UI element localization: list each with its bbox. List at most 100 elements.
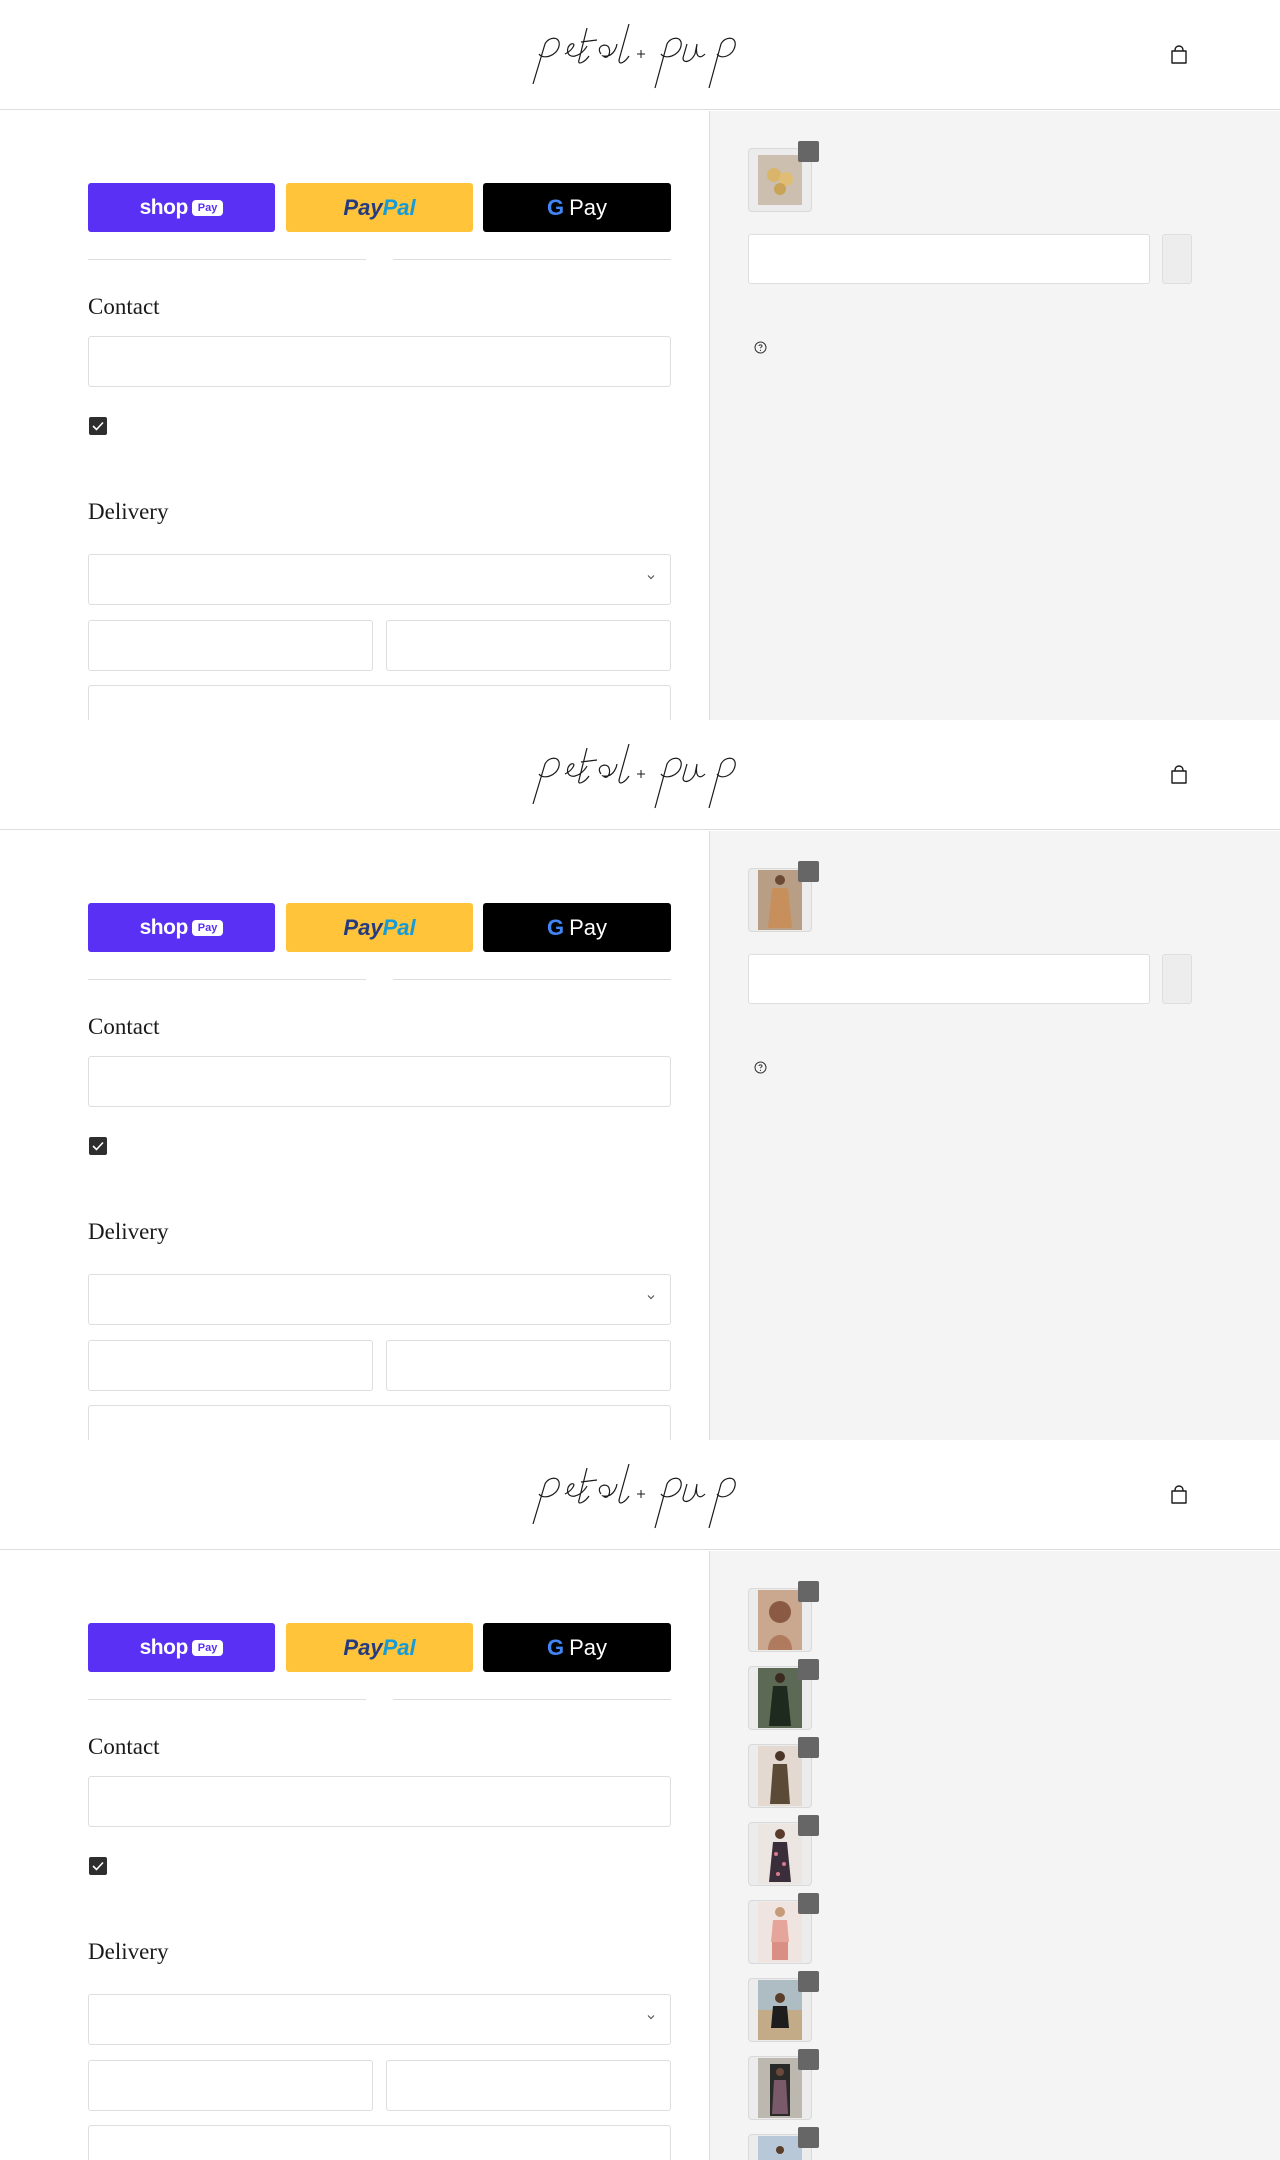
first-name-field[interactable] [88, 620, 373, 671]
paypal-wordmark-pay: Pay [343, 914, 383, 940]
shop-pay-badge: Pay [191, 1639, 224, 1656]
quantity-badge [798, 1971, 819, 1992]
paypal-wordmark-pay: Pay [343, 194, 383, 220]
shop-pay-badge: Pay [191, 199, 224, 216]
paypal-button[interactable]: Pay Pal [286, 903, 473, 952]
paypal-wordmark-pal: Pal [382, 194, 416, 220]
order-summary [709, 1551, 1280, 2160]
discount-code-input[interactable] [749, 235, 1149, 283]
question-circle-icon[interactable] [754, 1061, 767, 1074]
petal-pup-logo[interactable] [525, 734, 755, 816]
checkmark-icon [92, 1141, 104, 1151]
quantity-badge [798, 2127, 819, 2148]
floral-dress-image [758, 1824, 802, 1884]
country-select[interactable] [88, 554, 671, 605]
cart-icon[interactable] [1168, 43, 1190, 67]
paypal-button[interactable]: Pay Pal [286, 183, 473, 232]
first-name-input[interactable] [89, 2061, 372, 2110]
outdoor-outfit-image [758, 2136, 802, 2160]
google-pay-label: Pay [569, 914, 608, 940]
address-input[interactable] [89, 2126, 670, 2160]
last-name-input[interactable] [387, 1341, 670, 1390]
address-field[interactable] [88, 2125, 671, 2160]
petal-pup-logo[interactable] [525, 1454, 755, 1536]
contact-email-input[interactable] [89, 1777, 670, 1826]
chevron-down-icon [647, 575, 655, 580]
last-name-input[interactable] [387, 621, 670, 670]
checkout-main: shop Pay Pay Pal G Pay Contact Delivery [0, 111, 709, 720]
checkout-main: shop Pay Pay Pal G Pay Contact Delivery [0, 1551, 709, 2160]
google-g-icon: G [547, 915, 564, 941]
portrait-image [758, 1590, 802, 1650]
google-g-letter: G [546, 914, 565, 940]
delivery-heading: Delivery [88, 499, 169, 524]
marketing-checkbox[interactable] [89, 417, 107, 435]
first-name-field[interactable] [88, 1340, 373, 1391]
last-name-input[interactable] [387, 2061, 670, 2110]
shop-pay-button[interactable]: shop Pay [88, 183, 275, 232]
contact-email-field[interactable] [88, 336, 671, 387]
google-pay-button[interactable]: G Pay [483, 1623, 671, 1672]
site-header [0, 720, 1280, 830]
google-g-letter: G [546, 194, 565, 220]
shop-pay-wordmark: shop [139, 915, 189, 939]
quantity-badge [798, 2049, 819, 2070]
last-name-field[interactable] [386, 1340, 671, 1391]
address-field[interactable] [88, 685, 671, 720]
apply-discount-button[interactable] [1162, 954, 1192, 1004]
country-select[interactable] [88, 1274, 671, 1325]
flower-earrings-image [758, 155, 802, 205]
discount-code-field[interactable] [748, 954, 1150, 1004]
contact-heading: Contact [88, 1014, 160, 1039]
paypal-wordmark-pal: Pal [382, 1634, 416, 1660]
question-circle-icon[interactable] [754, 341, 767, 354]
contact-email-field[interactable] [88, 1056, 671, 1107]
divider-left [88, 979, 366, 980]
marketing-checkbox[interactable] [89, 1137, 107, 1155]
checkmark-icon [92, 1861, 104, 1871]
paypal-button[interactable]: Pay Pal [286, 1623, 473, 1672]
cart-icon[interactable] [1168, 763, 1190, 787]
delivery-heading: Delivery [88, 1219, 169, 1244]
first-name-input[interactable] [89, 1341, 372, 1390]
black-dress-image [758, 1668, 802, 1728]
google-pay-button[interactable]: G Pay [483, 903, 671, 952]
checkmark-icon [92, 421, 104, 431]
address-field[interactable] [88, 1405, 671, 1440]
quantity-badge [798, 1659, 819, 1680]
contact-email-input[interactable] [89, 1057, 670, 1106]
google-pay-label: Pay [569, 1634, 608, 1660]
first-name-field[interactable] [88, 2060, 373, 2111]
address-input[interactable] [89, 1406, 670, 1440]
petal-pup-logo[interactable] [525, 14, 755, 96]
chevron-down-icon [647, 1295, 655, 1300]
checkout-page-2: shop Pay Pay Pal G Pay Contact Delivery [0, 720, 1280, 1440]
first-name-input[interactable] [89, 621, 372, 670]
last-name-field[interactable] [386, 620, 671, 671]
beach-outfit-image [758, 1980, 802, 2040]
quantity-badge [798, 1815, 819, 1836]
apply-discount-button[interactable] [1162, 234, 1192, 284]
cart-icon[interactable] [1168, 1483, 1190, 1507]
pink-set-image [758, 1902, 802, 1962]
order-summary [709, 831, 1280, 1440]
shop-pay-button[interactable]: shop Pay [88, 1623, 275, 1672]
contact-heading: Contact [88, 1734, 160, 1759]
marketing-checkbox[interactable] [89, 1857, 107, 1875]
address-input[interactable] [89, 686, 670, 720]
google-g-icon: G [547, 1635, 564, 1661]
shop-pay-badge: Pay [191, 919, 224, 936]
contact-email-input[interactable] [89, 337, 670, 386]
discount-code-input[interactable] [749, 955, 1149, 1003]
shop-pay-button[interactable]: shop Pay [88, 903, 275, 952]
contact-email-field[interactable] [88, 1776, 671, 1827]
google-pay-button[interactable]: G Pay [483, 183, 671, 232]
site-header [0, 1440, 1280, 1550]
discount-code-field[interactable] [748, 234, 1150, 284]
tan-outfit-image [758, 870, 802, 930]
delivery-heading: Delivery [88, 1939, 169, 1964]
country-select[interactable] [88, 1994, 671, 2045]
divider-right [393, 259, 671, 260]
quantity-badge [798, 141, 819, 162]
last-name-field[interactable] [386, 2060, 671, 2111]
